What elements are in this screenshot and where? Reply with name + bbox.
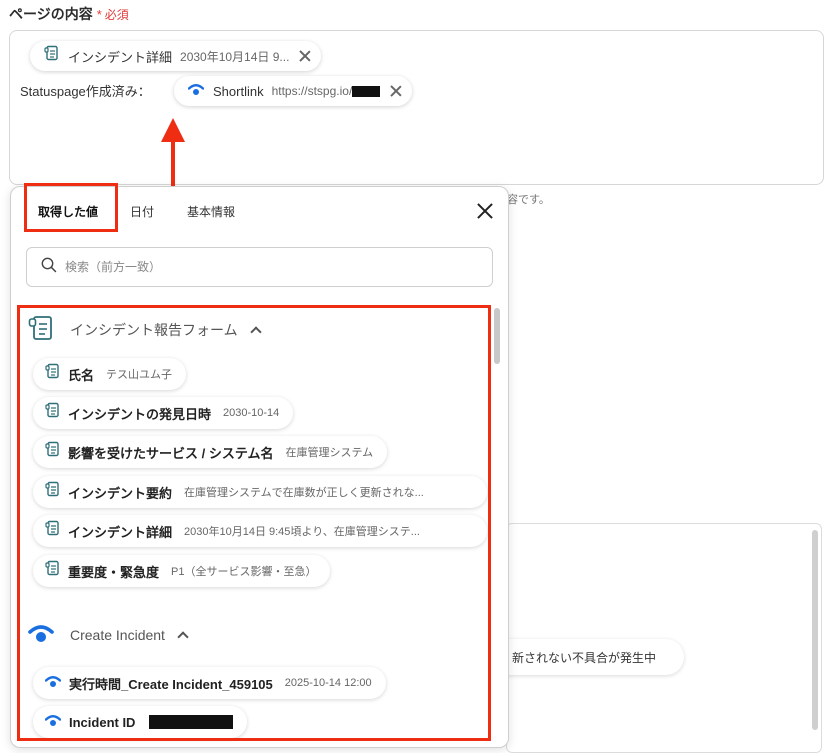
redacted-block	[352, 86, 381, 98]
annotation-highlight-list	[17, 305, 491, 741]
section-label: ページの内容 * 必須	[9, 4, 129, 24]
chip-value: 2030年10月14日 9...	[180, 49, 290, 64]
content-chip-shortlink[interactable]: Shortlink https://stspg.io/	[174, 76, 413, 106]
scrollbar[interactable]	[812, 530, 818, 730]
section-title: ページの内容	[9, 6, 93, 22]
chip-name: インシデント詳細	[68, 49, 173, 65]
annotation-highlight-tab	[24, 183, 118, 232]
content-chip-incident-detail[interactable]: インシデント詳細 2030年10月14日 9...	[30, 41, 322, 71]
annotation-arrow-head	[161, 118, 185, 142]
background-field-box	[506, 523, 822, 753]
shortlink-url: https://stspg.io/	[271, 84, 353, 98]
close-icon[interactable]	[476, 202, 494, 220]
close-icon[interactable]	[390, 85, 402, 97]
statuspage-icon	[187, 82, 205, 101]
statuspage-label: Statuspage作成済み：	[20, 84, 151, 99]
field-description-fragment: 容です。	[507, 194, 550, 206]
background-chip: 新されない不具合が発生中	[490, 639, 684, 675]
search-input[interactable]	[65, 260, 465, 274]
tab-basic-info[interactable]: 基本情報	[187, 203, 235, 220]
chip-value: https://stspg.io/	[272, 84, 381, 98]
form-icon	[44, 45, 59, 67]
search-field[interactable]	[26, 247, 493, 287]
scrollbar[interactable]	[494, 308, 500, 364]
required-star: *	[96, 7, 102, 22]
search-icon	[41, 257, 57, 278]
chip-name: Shortlink	[213, 83, 264, 99]
required-text: 必須	[104, 8, 129, 22]
close-icon[interactable]	[299, 50, 311, 62]
tab-date[interactable]: 日付	[130, 203, 154, 220]
